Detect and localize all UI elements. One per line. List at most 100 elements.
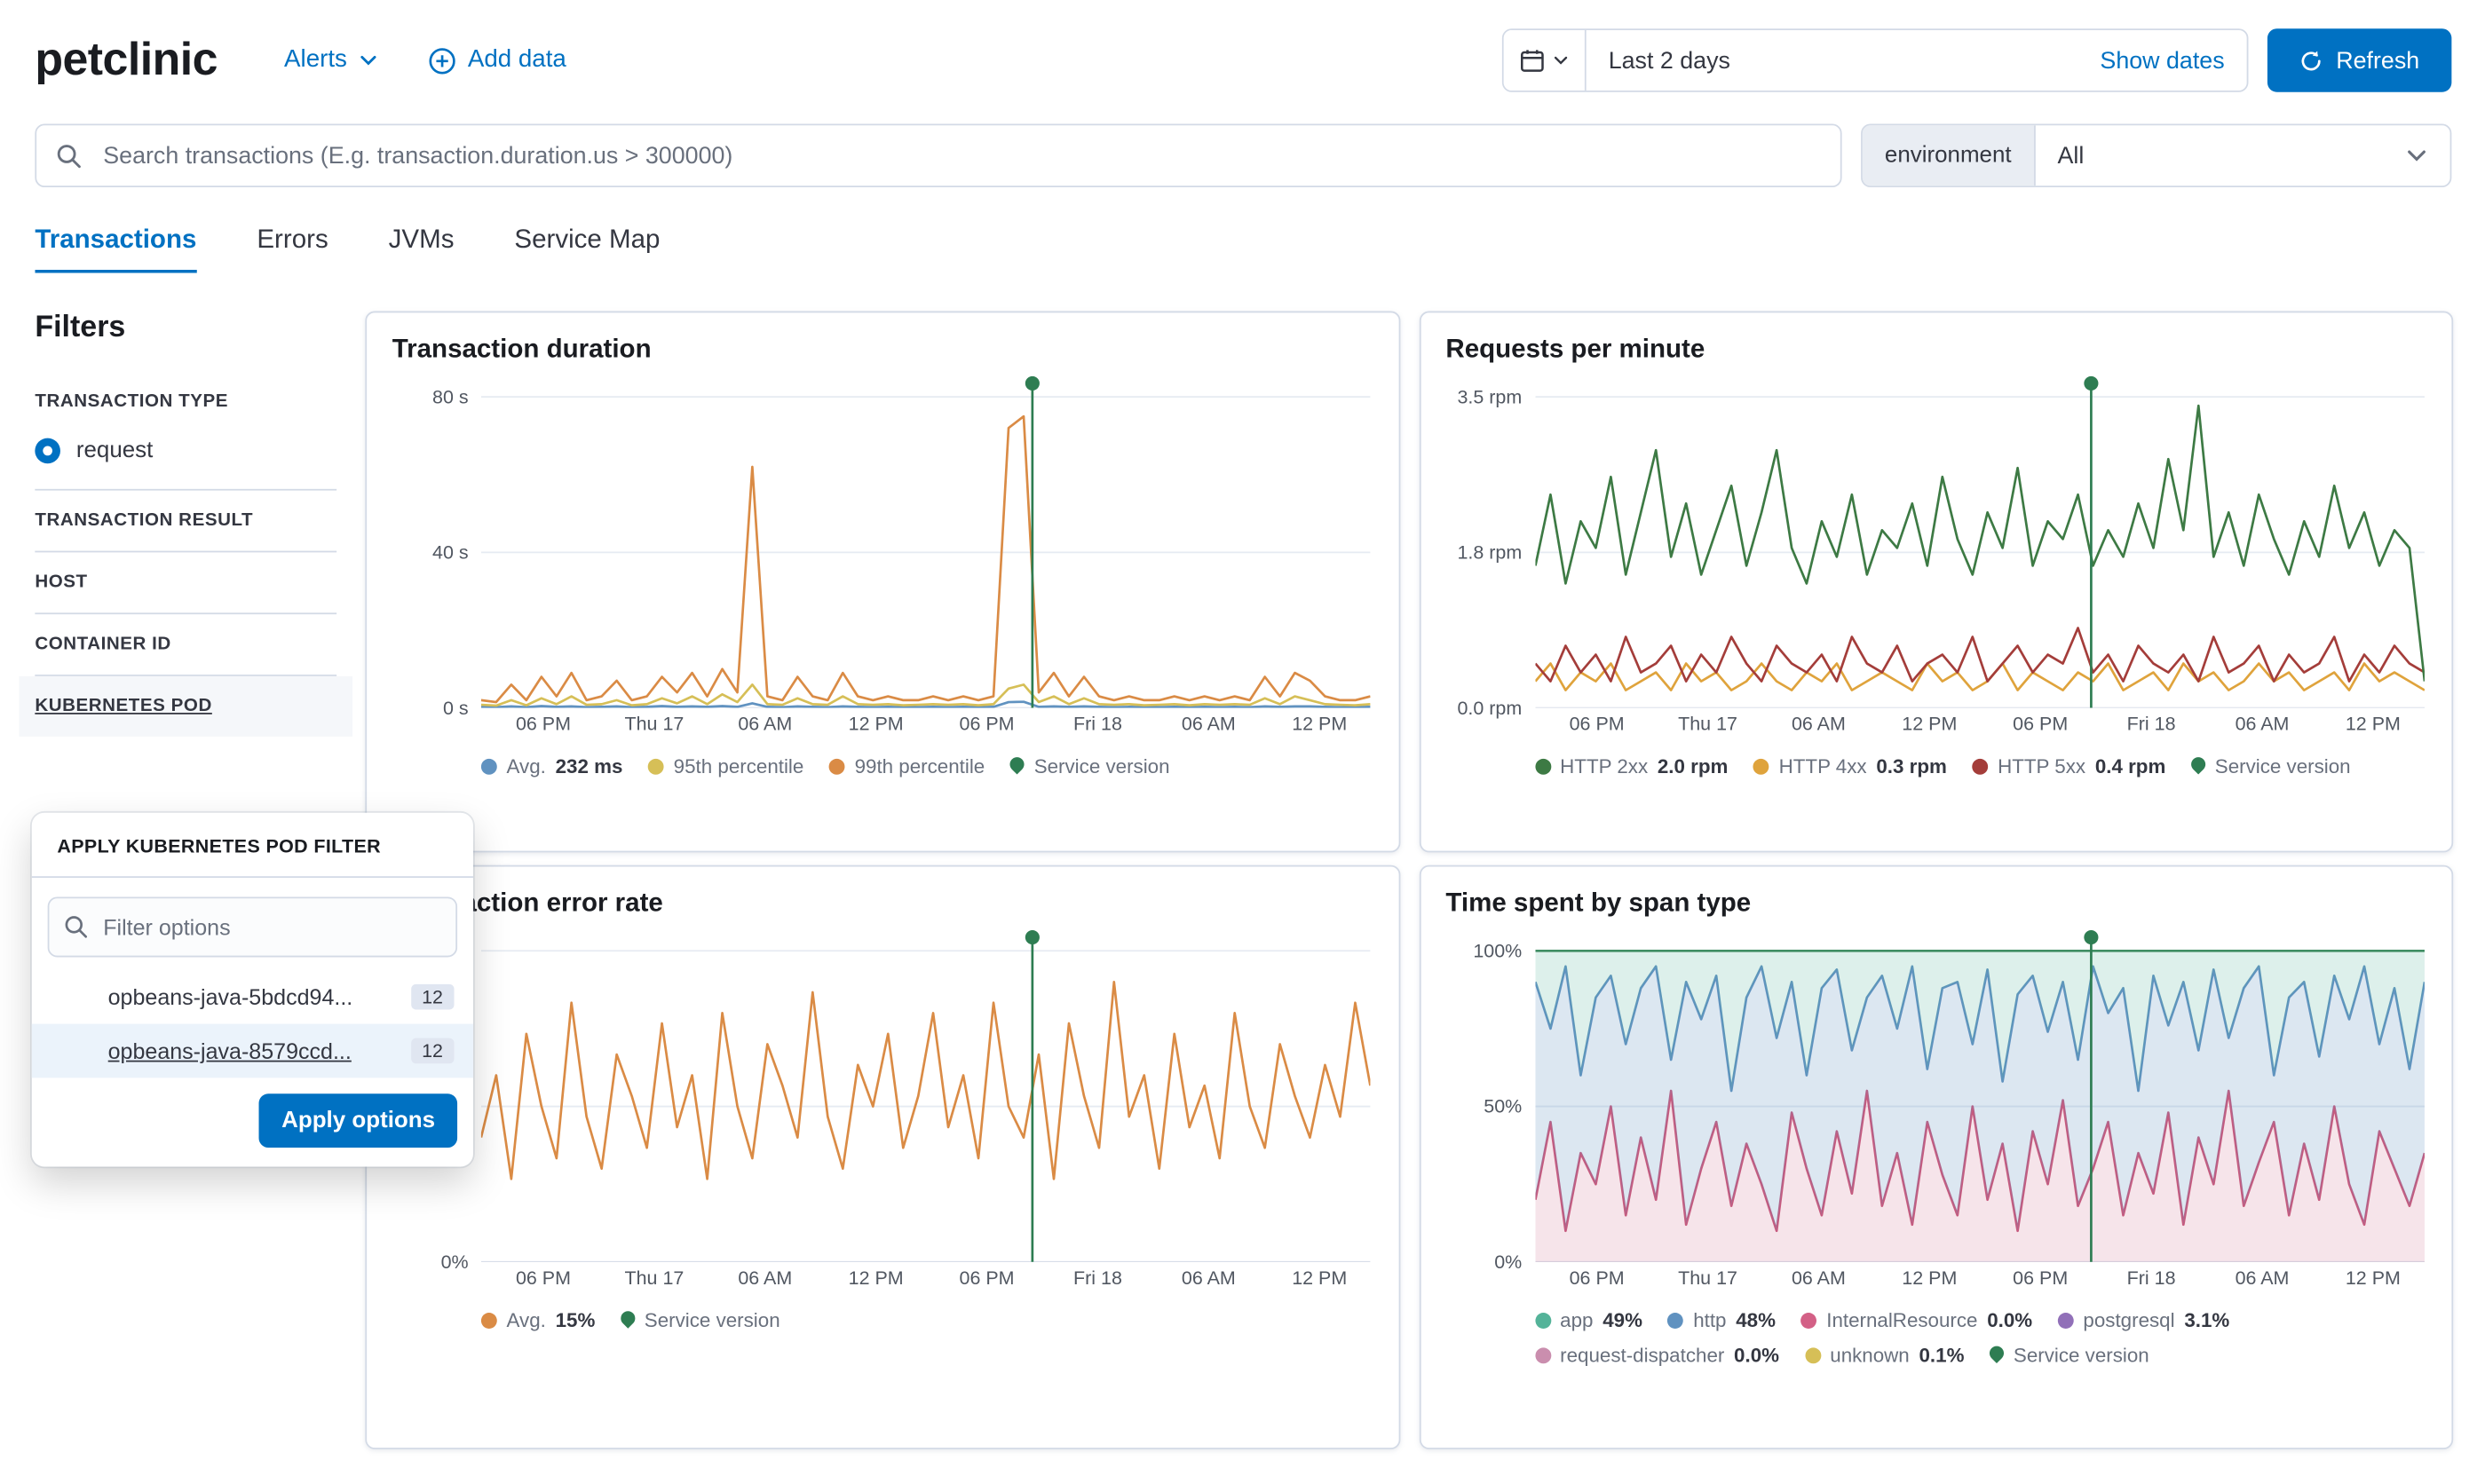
legend-item-99th-percentile[interactable]: 99th percentile xyxy=(829,755,985,778)
tab-errors[interactable]: Errors xyxy=(257,225,328,273)
legend-value: 0.4 rpm xyxy=(2095,755,2166,778)
legend-item-app[interactable]: app49% xyxy=(1535,1309,1642,1331)
legend-label: Service version xyxy=(2215,755,2351,778)
chart-card-requests-per-minute: Requests per minute 3.5 rpm1.8 rpm0.0 rp… xyxy=(1419,312,2453,853)
kubernetes-pod-filter-popover: APPLY KUBERNETES POD FILTER opbeans-java… xyxy=(32,813,473,1167)
filter-section-transaction-result[interactable]: TRANSACTION RESULT xyxy=(35,491,336,551)
environment-label: environment xyxy=(1863,125,2036,186)
legend-item-http[interactable]: http 48% xyxy=(1668,1309,1776,1331)
x-axis: 06 PMThu 1706 AM12 PM06 PMFri 1806 AM12 … xyxy=(481,1267,1373,1291)
legend-dot-icon xyxy=(481,759,497,775)
duration-chart-canvas xyxy=(481,375,1371,708)
legend-value: 2.0 rpm xyxy=(1658,755,1729,778)
chart-title: Time spent by span type xyxy=(1445,889,2426,920)
legend-label: Service version xyxy=(2014,1345,2149,1367)
legend-item-http-5xx[interactable]: HTTP 5xx0.4 rpm xyxy=(1972,755,2165,778)
legend-item-postgresql[interactable]: postgresql3.1% xyxy=(2058,1309,2229,1331)
x-axis-label: 06 PM xyxy=(516,1267,571,1289)
search-icon xyxy=(64,914,88,938)
service-version-annotation-marker[interactable] xyxy=(1025,376,1040,391)
legend-value: 48% xyxy=(1736,1309,1776,1331)
legend-label: HTTP 4xx xyxy=(1779,755,1867,778)
search-box xyxy=(35,123,1841,187)
legend-item-service-version[interactable]: Service version xyxy=(2191,755,2351,778)
plus-circle-icon xyxy=(428,47,455,74)
time-spent-by-span-type-chart[interactable] xyxy=(1535,928,2425,1262)
transaction-duration-chart[interactable] xyxy=(481,375,1371,708)
chart-legend: HTTP 2xx2.0 rpm HTTP 4xx0.3 rpm HTTP 5xx0.… xyxy=(1535,755,2426,778)
legend-label: http xyxy=(1693,1309,1726,1331)
legend-item-avg-[interactable]: Avg. 232 ms xyxy=(481,755,623,778)
service-version-annotation-marker[interactable] xyxy=(1025,930,1040,944)
apply-options-button[interactable]: Apply options xyxy=(259,1093,457,1148)
date-range-display[interactable]: Last 2 days xyxy=(1587,47,2078,74)
legend-item-service-version[interactable]: Service version xyxy=(1010,755,1170,778)
legend-item-http-2xx[interactable]: HTTP 2xx2.0 rpm xyxy=(1535,755,1729,778)
legend-dot-icon xyxy=(1535,1313,1551,1329)
filter-section-host[interactable]: HOST xyxy=(35,552,336,612)
y-axis: 80 s40 s0 s xyxy=(392,375,481,708)
chart-title: Transaction duration xyxy=(392,335,1373,365)
environment-select[interactable]: All xyxy=(2035,125,2449,186)
legend-value: 232 ms xyxy=(556,755,623,778)
pod-option-count-badge: 12 xyxy=(411,1038,455,1064)
filter-section-container-id[interactable]: CONTAINER ID xyxy=(35,614,336,675)
legend-item-request-dispatcher[interactable]: request-dispatcher0.0% xyxy=(1535,1345,1779,1367)
x-axis-label: 12 PM xyxy=(849,1267,904,1289)
x-axis-label: 06 AM xyxy=(738,713,792,735)
date-picker-calendar-button[interactable] xyxy=(1504,30,1587,91)
legend-item-service-version[interactable]: Service version xyxy=(621,1309,780,1331)
y-axis-label: 0% xyxy=(1494,1251,1522,1273)
service-version-annotation-marker[interactable] xyxy=(2083,376,2097,391)
legend-dot-icon xyxy=(1535,1347,1551,1363)
chevron-down-icon xyxy=(2406,145,2428,167)
filter-options-input[interactable] xyxy=(48,896,457,957)
legend-item-http-4xx[interactable]: HTTP 4xx0.3 rpm xyxy=(1753,755,1947,778)
show-dates-link[interactable]: Show dates xyxy=(2077,47,2246,74)
transaction-error-rate-chart[interactable] xyxy=(481,928,1371,1262)
pod-option-2[interactable]: opbeans-java-8579ccd... 12 xyxy=(32,1024,473,1078)
y-axis-label: 3.5 rpm xyxy=(1457,386,1522,408)
legend-label: Service version xyxy=(1034,755,1170,778)
requests-per-minute-chart[interactable] xyxy=(1535,375,2425,708)
legend-label: postgresql xyxy=(2083,1309,2174,1331)
filter-section-kubernetes-pod[interactable]: KUBERNETES POD xyxy=(19,676,352,737)
legend-label: Avg. xyxy=(507,755,546,778)
charts-grid: Transaction duration 80 s40 s0 s 06 PM Th… xyxy=(365,312,2453,1449)
y-axis: 3.5 rpm1.8 rpm0.0 rpm xyxy=(1445,375,1534,708)
x-axis-label: 06 PM xyxy=(1570,1267,1625,1289)
alerts-menu-button[interactable]: Alerts xyxy=(284,46,377,75)
y-axis-label: 0% xyxy=(441,1251,469,1273)
legend-item-unknown[interactable]: unknown0.1% xyxy=(1805,1345,1965,1367)
x-axis-label: Thu 17 xyxy=(624,1267,684,1289)
legend-item-avg-[interactable]: Avg.15% xyxy=(481,1309,595,1331)
y-axis-label: 100% xyxy=(1473,940,1522,962)
series-line-avg-error-rate xyxy=(481,982,1371,1179)
legend-item-service-version[interactable]: Service version xyxy=(1990,1345,2149,1367)
popover-footer: Apply options xyxy=(32,1077,473,1166)
chart-title: Transaction error rate xyxy=(392,889,1373,920)
filter-section-transaction-type[interactable]: TRANSACTION TYPE xyxy=(35,371,336,431)
add-data-link[interactable]: Add data xyxy=(428,46,566,75)
legend-item-internalresource[interactable]: InternalResource0.0% xyxy=(1801,1309,2033,1331)
pod-option-1[interactable]: opbeans-java-5bdcd94... 12 xyxy=(32,970,473,1024)
legend-label: Avg. xyxy=(507,1309,546,1331)
x-axis-label: 06 AM xyxy=(1182,1267,1236,1289)
transaction-search-input[interactable] xyxy=(35,123,1841,187)
service-version-pin-icon xyxy=(1987,1343,2007,1363)
span-chart-canvas xyxy=(1535,928,2425,1262)
legend-dot-icon xyxy=(1753,759,1769,775)
pod-option-label: opbeans-java-5bdcd94... xyxy=(108,984,399,1010)
legend-dot-icon xyxy=(1972,759,1988,775)
filter-option-request[interactable]: request xyxy=(35,431,336,488)
tab-jvms[interactable]: JVMs xyxy=(389,225,455,273)
chevron-down-icon xyxy=(1553,52,1569,68)
tab-transactions[interactable]: Transactions xyxy=(35,225,196,273)
legend-value: 0.0% xyxy=(1987,1309,2032,1331)
legend-item-95th-percentile[interactable]: 95th percentile xyxy=(648,755,803,778)
refresh-button[interactable]: Refresh xyxy=(2267,28,2451,92)
tab-service-map[interactable]: Service Map xyxy=(514,225,660,273)
x-axis-label: 06 PM xyxy=(960,1267,1015,1289)
service-version-annotation-marker[interactable] xyxy=(2083,930,2097,944)
y-axis-label: 80 s xyxy=(432,386,469,408)
